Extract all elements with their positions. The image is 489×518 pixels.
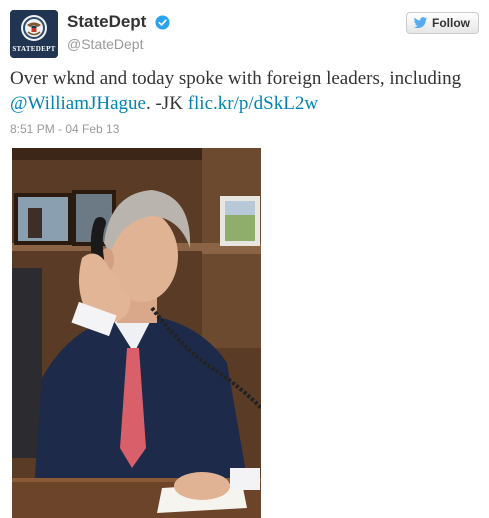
- avatar[interactable]: STATEDEPT: [10, 10, 58, 58]
- tweet-photo[interactable]: [12, 148, 261, 518]
- display-name[interactable]: StateDept: [67, 12, 146, 32]
- screen-name[interactable]: @StateDept: [67, 36, 170, 52]
- avatar-wordmark: STATEDEPT: [12, 45, 56, 53]
- verified-badge-icon: [155, 14, 170, 30]
- mention-link[interactable]: @WilliamJHague: [10, 93, 146, 114]
- tweet-text-mid: . -JK: [145, 93, 188, 114]
- photo-link[interactable]: flic.kr/p/dSkL2w: [188, 93, 318, 114]
- follow-label: Follow: [432, 16, 470, 30]
- follow-button[interactable]: Follow: [406, 12, 479, 34]
- tweet-text-lead: Over wknd and today spoke with foreign l…: [10, 68, 462, 89]
- twitter-bird-icon: [413, 17, 428, 29]
- account-group[interactable]: StateDept @StateDept: [67, 12, 170, 52]
- tweet-text: Over wknd and today spoke with foreign l…: [10, 66, 480, 116]
- tweet-photo-image: [12, 148, 261, 518]
- timestamp[interactable]: 8:51 PM - 04 Feb 13: [10, 122, 119, 136]
